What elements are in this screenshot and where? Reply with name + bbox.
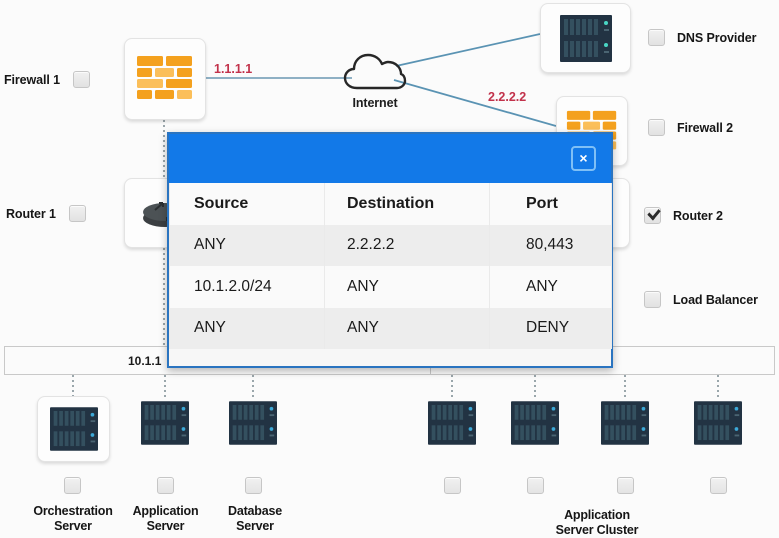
- checkbox-cluster-server-4[interactable]: [710, 477, 727, 494]
- caption-application-server-cluster: Application Server Cluster: [512, 508, 682, 538]
- dialog-header: ×: [169, 134, 611, 183]
- node-application-server[interactable]: [141, 401, 189, 445]
- internet-cloud-label: Internet: [340, 96, 410, 110]
- cell-destination: 2.2.2.2: [325, 225, 490, 267]
- caption-line-2: Server: [113, 519, 218, 534]
- legend-item-dns-provider[interactable]: DNS Provider: [648, 29, 756, 46]
- table-row[interactable]: ANY ANY DENY: [170, 308, 612, 350]
- node-database-server[interactable]: [229, 401, 277, 445]
- checkbox-cluster-server-2[interactable]: [527, 477, 544, 494]
- checkbox-router-1[interactable]: [69, 205, 86, 222]
- server-icon: [50, 407, 98, 451]
- ip-label-2: 2.2.2.2: [488, 90, 526, 104]
- network-segment-left-label: 10.1.1: [128, 354, 161, 368]
- legend-item-label: Firewall 2: [677, 121, 733, 135]
- legend-item-label: Firewall 1: [4, 73, 60, 87]
- node-firewall-1[interactable]: [124, 38, 206, 120]
- node-dns-provider[interactable]: [540, 3, 631, 73]
- checkbox-cluster-server-3[interactable]: [617, 477, 634, 494]
- firewall-icon: [136, 55, 194, 103]
- checkbox-application-server[interactable]: [157, 477, 174, 494]
- cell-source: ANY: [170, 225, 325, 267]
- caption-line-1: Application: [512, 508, 682, 523]
- column-header-port: Port: [490, 183, 612, 225]
- firewall-rules-table: Source Destination Port ANY 2.2.2.2 80,4…: [169, 183, 612, 349]
- server-icon: [511, 401, 559, 445]
- node-cluster-server[interactable]: [428, 401, 476, 445]
- caption-line-1: Application: [113, 504, 218, 519]
- checkbox-firewall-2[interactable]: [648, 119, 665, 136]
- legend-item-load-balancer[interactable]: Load Balancer: [644, 291, 758, 308]
- cloud-icon: [343, 52, 407, 90]
- caption-line-2: Server Cluster: [512, 523, 682, 538]
- legend-item-label: Router 2: [673, 209, 723, 223]
- node-orchestration-server[interactable]: [37, 396, 110, 462]
- ip-label-1: 1.1.1.1: [214, 62, 252, 76]
- caption-line-1: Database: [205, 504, 305, 519]
- caption-application-server: Application Server: [113, 504, 218, 534]
- server-icon: [428, 401, 476, 445]
- caption-line-2: Server: [205, 519, 305, 534]
- caption-database-server: Database Server: [205, 504, 305, 534]
- network-diagram-canvas: Internet 1.1.1.1 2.2.2.2: [0, 0, 779, 538]
- cell-port: 80,443: [490, 225, 612, 267]
- server-icon: [694, 401, 742, 445]
- cell-destination: ANY: [325, 308, 490, 350]
- table-row[interactable]: 10.1.2.0/24 ANY ANY: [170, 266, 612, 308]
- legend-item-firewall-2[interactable]: Firewall 2: [648, 119, 733, 136]
- checkbox-database-server[interactable]: [245, 477, 262, 494]
- cell-port: ANY: [490, 266, 612, 308]
- checkbox-orchestration-server[interactable]: [64, 477, 81, 494]
- node-cluster-server[interactable]: [601, 401, 649, 445]
- column-header-destination: Destination: [325, 183, 490, 225]
- node-cluster-server[interactable]: [694, 401, 742, 445]
- cell-source: ANY: [170, 308, 325, 350]
- checkbox-cluster-server-1[interactable]: [444, 477, 461, 494]
- table-row[interactable]: ANY 2.2.2.2 80,443: [170, 225, 612, 267]
- legend-item-router-2[interactable]: Router 2: [644, 207, 723, 224]
- cell-destination: ANY: [325, 266, 490, 308]
- legend-item-label: DNS Provider: [677, 31, 756, 45]
- server-icon: [229, 401, 277, 445]
- server-icon: [141, 401, 189, 445]
- legend-item-firewall-1[interactable]: Firewall 1: [4, 71, 90, 88]
- server-icon: [601, 401, 649, 445]
- legend-item-label: Router 1: [6, 207, 56, 221]
- column-header-source: Source: [170, 183, 325, 225]
- internet-cloud[interactable]: Internet: [340, 52, 410, 110]
- server-icon: [560, 15, 612, 62]
- legend-item-label: Load Balancer: [673, 293, 758, 307]
- legend-item-router-1[interactable]: Router 1: [6, 205, 86, 222]
- checkbox-router-2[interactable]: [644, 207, 661, 224]
- cell-port: DENY: [490, 308, 612, 350]
- node-cluster-server[interactable]: [511, 401, 559, 445]
- checkbox-dns-provider[interactable]: [648, 29, 665, 46]
- close-icon[interactable]: ×: [571, 146, 596, 171]
- firewall-rules-dialog: × Source Destination Port ANY 2.2.2.2 80…: [167, 132, 613, 368]
- checkbox-load-balancer[interactable]: [644, 291, 661, 308]
- cell-source: 10.1.2.0/24: [170, 266, 325, 308]
- checkbox-firewall-1[interactable]: [73, 71, 90, 88]
- table-header-row: Source Destination Port: [170, 183, 612, 225]
